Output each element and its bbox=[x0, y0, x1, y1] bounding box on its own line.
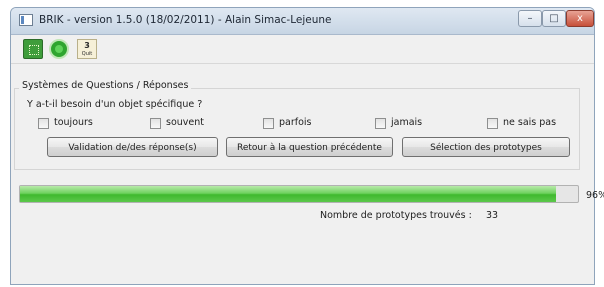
option-label: souvent bbox=[166, 117, 204, 128]
progress-bar bbox=[19, 185, 579, 203]
option-label: jamais bbox=[391, 117, 423, 128]
run-icon[interactable] bbox=[49, 39, 69, 59]
prototypes-found-label: Nombre de prototypes trouvés : bbox=[320, 210, 472, 221]
checkbox-jamais[interactable] bbox=[375, 118, 386, 129]
checkbox-toujours[interactable] bbox=[38, 118, 49, 129]
grid-icon[interactable] bbox=[23, 39, 43, 59]
option-label: parfois bbox=[279, 117, 312, 128]
select-prototypes-button[interactable]: Sélection des prototypes bbox=[402, 137, 570, 157]
close-button[interactable]: x bbox=[566, 10, 594, 27]
questions-groupbox-title: Systèmes de Questions / Réponses bbox=[19, 80, 192, 91]
toolbar: 3 Quit bbox=[11, 35, 594, 64]
app-icon bbox=[19, 14, 33, 26]
checkbox-parfois[interactable] bbox=[263, 118, 274, 129]
prototypes-found-value: 33 bbox=[486, 210, 499, 221]
checkbox-souvent[interactable] bbox=[150, 118, 161, 129]
quit-icon-caption: Quit bbox=[81, 51, 93, 57]
previous-question-button[interactable]: Retour à la question précédente bbox=[226, 137, 393, 157]
quit-icon[interactable]: 3 Quit bbox=[77, 39, 97, 59]
question-text: Y a-t-il besoin d'un objet spécifique ? bbox=[27, 99, 203, 110]
progress-bar-fill bbox=[20, 186, 556, 202]
minimize-button[interactable]: – bbox=[518, 10, 542, 27]
checkbox-ne-sais-pas[interactable] bbox=[487, 118, 498, 129]
progress-percent: 96% bbox=[586, 190, 604, 201]
option-label: toujours bbox=[54, 117, 93, 128]
validate-answers-button[interactable]: Validation de/des réponse(s) bbox=[47, 137, 218, 157]
maximize-button[interactable]: □ bbox=[542, 10, 566, 27]
quit-icon-number: 3 bbox=[84, 41, 90, 50]
window-title: BRIK - version 1.5.0 (18/02/2011) - Alai… bbox=[39, 14, 332, 26]
option-label: ne sais pas bbox=[503, 117, 557, 128]
title-bar[interactable]: BRIK - version 1.5.0 (18/02/2011) - Alai… bbox=[11, 8, 594, 35]
